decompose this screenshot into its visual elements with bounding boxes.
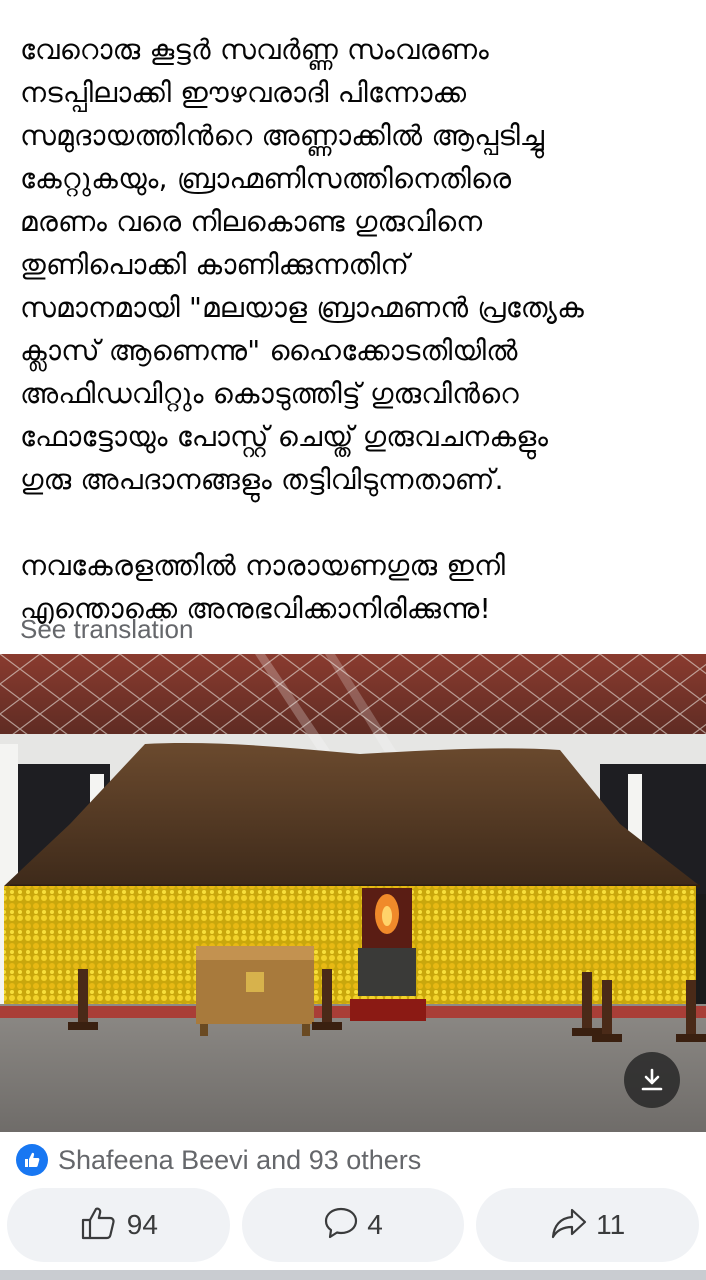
like-icon bbox=[16, 1144, 48, 1176]
action-bar: 94 4 11 bbox=[7, 1188, 700, 1262]
download-icon bbox=[638, 1066, 666, 1094]
like-button[interactable]: 94 bbox=[7, 1188, 230, 1262]
comment-icon bbox=[323, 1206, 359, 1244]
comment-button[interactable]: 4 bbox=[241, 1188, 465, 1262]
post-photo[interactable] bbox=[0, 654, 706, 1132]
photo-illustration bbox=[0, 654, 706, 1132]
share-button[interactable]: 11 bbox=[476, 1188, 700, 1262]
reactions-text: Shafeena Beevi and 93 others bbox=[58, 1144, 422, 1175]
post-paragraph-1: വേറൊരു കൂട്ടർ സവർണ്ണ സംവരണം നടപ്പിലാക്കി… bbox=[20, 33, 585, 496]
reactions-summary[interactable]: Shafeena Beevi and 93 others bbox=[16, 1142, 421, 1178]
thumbs-up-icon bbox=[79, 1205, 119, 1245]
post-body: വേറൊരു കൂട്ടർ സവർണ്ണ സംവരണം നടപ്പിലാക്കി… bbox=[20, 28, 696, 630]
bottom-divider bbox=[0, 1270, 706, 1280]
share-icon bbox=[550, 1206, 588, 1244]
see-translation-link[interactable]: See translation bbox=[20, 614, 193, 645]
comment-count: 4 bbox=[367, 1209, 383, 1240]
like-count: 94 bbox=[126, 1209, 158, 1240]
download-button[interactable] bbox=[624, 1052, 680, 1108]
share-count: 11 bbox=[596, 1209, 626, 1240]
